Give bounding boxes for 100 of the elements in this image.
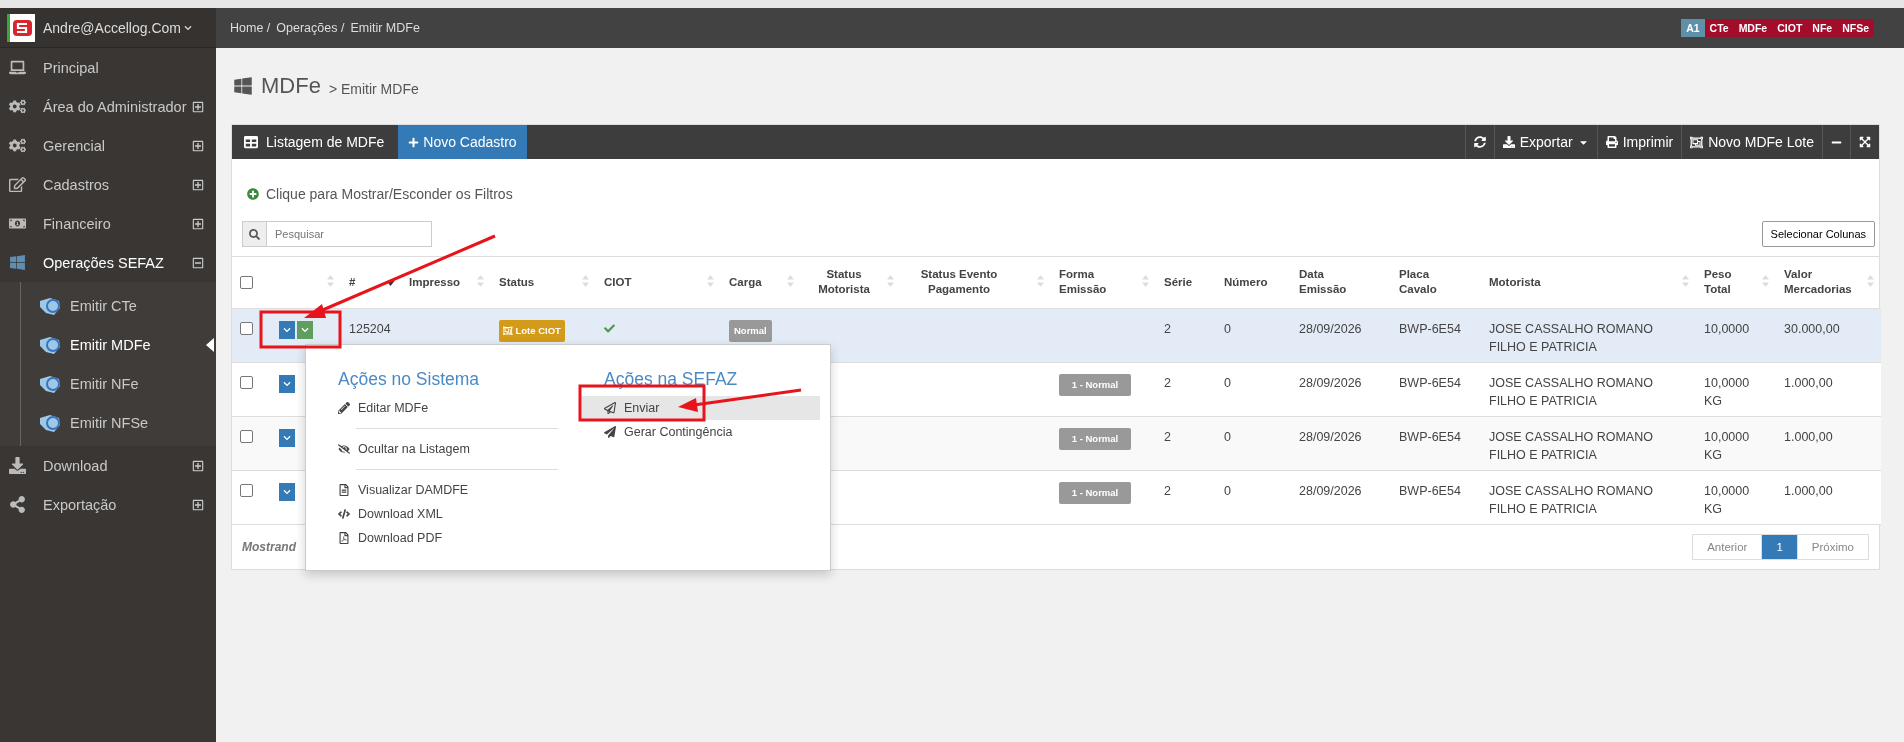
dropdown-button[interactable] (279, 428, 295, 447)
column-header: Número (1224, 274, 1268, 290)
dropdown-button[interactable] (279, 482, 295, 501)
pagination-button[interactable]: Próximo (1796, 533, 1869, 560)
nav-item[interactable]: Cadastros (0, 168, 216, 201)
column-header: CIOT (604, 274, 632, 290)
column-header: Peso Total (1704, 267, 1733, 298)
column-header: Data Emissão (1299, 267, 1348, 298)
column-header: Impresso (409, 274, 461, 290)
column-header: Forma Emissão (1059, 267, 1108, 298)
new-button[interactable]: Novo Cadastro (398, 125, 527, 159)
export-button[interactable]: Exportar (1493, 125, 1597, 159)
table-cell-text: 2 (1164, 320, 1171, 338)
nav-subitem[interactable]: Emitir NFe (0, 364, 216, 403)
breadcrumb-link[interactable]: Home / (230, 21, 271, 35)
status-badge: Lote CIOT (499, 319, 565, 342)
expand-icon[interactable] (192, 100, 204, 113)
nav-subitem[interactable]: Emitir NFSe (0, 403, 216, 442)
menu-item[interactable]: Editar MDFe (338, 396, 558, 420)
table-cell-text: 1.000,00 (1784, 374, 1833, 392)
menu-item[interactable]: Gerar Contingência (582, 420, 820, 444)
badge-icon (503, 325, 513, 336)
expand-icon[interactable] (192, 217, 204, 230)
pagination-button[interactable]: Anterior (1692, 533, 1763, 560)
row-checkbox[interactable] (240, 483, 253, 497)
column-header: Motorista (1489, 274, 1541, 290)
breadcrumb-link[interactable]: Emitir MDFe (350, 21, 420, 35)
search-box[interactable]: Pesquisar (242, 221, 432, 247)
download-icon (9, 457, 26, 474)
expand-icon (1859, 136, 1871, 148)
nav-item[interactable]: Operações SEFAZ (0, 246, 216, 279)
paper-plane-icon (604, 426, 616, 438)
search-icon (249, 228, 260, 240)
expand-icon[interactable] (192, 139, 204, 152)
menu-item[interactable]: Visualizar DAMDFE (338, 478, 558, 502)
table-cell-text: JOSE CASSALHO ROMANO FILHO E PATRICIA (1489, 428, 1654, 464)
dropdown-button[interactable] (279, 374, 295, 393)
expand-icon[interactable] (192, 498, 204, 511)
column-header: # (349, 274, 356, 290)
nav-item[interactable]: Financeiro (0, 207, 216, 240)
table-cell-text: 2 (1164, 374, 1171, 392)
column-header: Status Motorista (817, 267, 871, 298)
expand-icon[interactable] (192, 178, 204, 191)
table-cell-text: 10,0000 KG (1704, 482, 1751, 518)
banknote-icon (9, 215, 26, 232)
nav-item[interactable]: Gerencial (0, 129, 216, 162)
pdf-file-icon (338, 532, 350, 544)
module-badge: CIOT (1772, 19, 1808, 37)
chevron-down-icon (283, 433, 291, 442)
nav-item[interactable]: Área do Administrador (0, 90, 216, 123)
table-cell-text: 1.000,00 (1784, 428, 1833, 446)
column-header: Status (499, 274, 535, 290)
chevron-down-icon (283, 325, 291, 334)
nav-item[interactable]: Download (0, 449, 216, 482)
row-checkbox[interactable] (240, 429, 253, 443)
table-cell-text: 2 (1164, 428, 1171, 446)
row-checkbox[interactable] (240, 321, 253, 335)
collapse-icon[interactable] (192, 256, 204, 269)
dropdown-button[interactable] (297, 320, 313, 339)
pagination-button[interactable]: 1 (1761, 533, 1798, 560)
windows-icon (9, 254, 26, 271)
expand-icon[interactable] (192, 459, 204, 472)
table-cell-text: 0 (1224, 482, 1231, 500)
menu-item[interactable]: Enviar (582, 396, 820, 420)
panel-title: Listagem de MDFe (266, 134, 385, 150)
table-cell-text: 2 (1164, 482, 1171, 500)
select-all-checkbox[interactable] (240, 275, 253, 289)
nav-item[interactable]: Principal (0, 51, 216, 84)
table-cell-text: BWP-6E54 (1399, 482, 1461, 500)
table-cell-text: 0 (1224, 320, 1231, 338)
table-cell-text: JOSE CASSALHO ROMANO FILHO E PATRICIA (1489, 482, 1654, 518)
module-badge: CTe (1704, 19, 1734, 37)
print-icon (1605, 136, 1618, 148)
menu-item[interactable]: Ocultar na Listagem (338, 437, 558, 461)
nav-item[interactable]: Exportação (0, 488, 216, 521)
nav-subitem[interactable]: Emitir MDFe (0, 325, 216, 364)
module-badge: NFe (1807, 19, 1838, 37)
dropdown-button[interactable] (279, 320, 295, 339)
code-icon (338, 508, 350, 520)
breadcrumb-link[interactable]: Operações / (276, 21, 345, 35)
batch-button[interactable]: Novo MDFe Lote (1681, 125, 1822, 159)
plus-icon (408, 136, 420, 148)
module-badge: A1 (1681, 19, 1705, 37)
menu-item[interactable]: Download PDF (338, 526, 558, 550)
grouped-squares-icon (1690, 135, 1704, 149)
row-checkbox[interactable] (240, 375, 253, 389)
table-cell-text: 1.000,00 (1784, 482, 1833, 500)
menu-item[interactable]: Download XML (338, 502, 558, 526)
print-button[interactable]: Imprimir (1596, 125, 1682, 159)
refresh-icon (1473, 136, 1486, 148)
table-cell-text: 10,0000 KG (1704, 428, 1751, 464)
emission-badge: 1 - Normal (1059, 373, 1131, 396)
table-cell-text: 28/09/2026 (1299, 320, 1362, 338)
column-header: Carga (729, 274, 762, 290)
filter-toggle-link[interactable]: Clique para Mostrar/Esconder os Filtros (247, 186, 513, 202)
nav-subitem[interactable]: Emitir CTe (0, 286, 216, 325)
select-columns-button[interactable]: Selecionar Colunas (1761, 221, 1875, 247)
table-cell-text: 0 (1224, 428, 1231, 446)
emission-badge: 1 - Normal (1059, 481, 1131, 504)
share-icon (9, 496, 26, 513)
